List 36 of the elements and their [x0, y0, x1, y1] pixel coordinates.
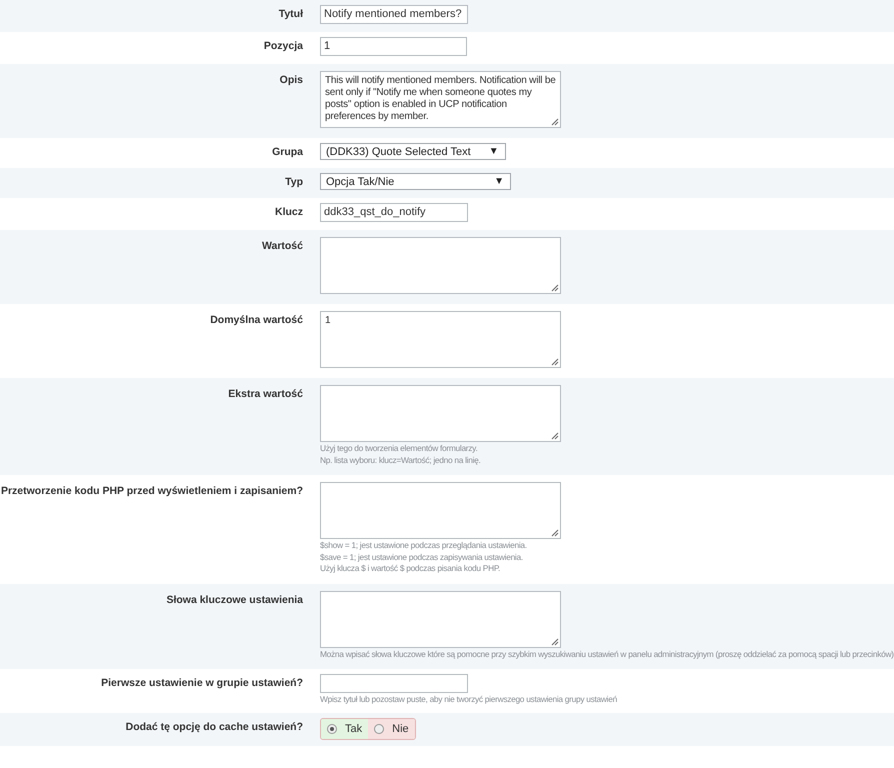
field-label: Typ — [284, 175, 303, 190]
field-label: Opis — [278, 73, 303, 88]
field-label: Dodać tę opcję do cache ustawień? — [124, 720, 303, 734]
resize-grip-icon[interactable] — [551, 638, 559, 646]
field-label: Słowa kluczowe ustawienia — [165, 592, 303, 608]
field-label: Przetworzenie kodu PHP przed wyświetleniem i zapisaniem? — [0, 484, 303, 499]
hint-text: Np. lista wyboru: klucz=Wartość; jedno na linię. — [320, 454, 481, 465]
dropdown[interactable]: (DDK33) Quote Selected Text ▼ — [320, 143, 506, 160]
hint-text: $save = 1; jest ustawione podczas zapisywania ustawienia. — [320, 552, 523, 562]
field-label: Domyślna wartość — [209, 313, 303, 328]
field-label: Grupa — [271, 145, 303, 160]
hint-text: $show = 1; jest ustawione podczas przeglądania ustawienia. — [320, 540, 527, 550]
resize-grip-icon[interactable] — [551, 284, 559, 292]
radio-option[interactable]: Tak — [321, 718, 368, 738]
text-area[interactable]: 1 — [320, 311, 561, 368]
text-input[interactable] — [320, 674, 468, 693]
text-area[interactable]: This will notify mentioned members. Notification will be sent only if "Notify me when someone quotes my posts" option is enabled in UCP notification preferences by member. — [320, 71, 561, 128]
text-input[interactable]: ddk33_qst_do_notify — [320, 203, 468, 222]
resize-grip-icon[interactable] — [551, 118, 559, 126]
hint-text: Użyj tego do tworzenia elementów formularzy. — [320, 443, 478, 454]
resize-grip-icon[interactable] — [551, 432, 559, 440]
field-label: Klucz — [274, 205, 303, 220]
hint-text: Można wpisać słowa kluczowe które są pomocne przy szybkim wyszukiwaniu ustawień w panelu administracyjnym (proszę oddzielać za pomocą spacji lub przecinków) — [320, 648, 894, 659]
hint-text: Wpisz tytuł lub pozostaw puste, aby nie tworzyć pierwszego ustawienia grupy ustawień — [320, 694, 617, 704]
field-label: Wartość — [260, 239, 303, 254]
field-label: Pozycja — [262, 39, 303, 54]
field-label: Ekstra wartość — [227, 387, 303, 402]
field-label: Tytuł — [278, 7, 303, 22]
hint-text: Użyj klucza $ i wartość $ podczas pisania kodu PHP. — [320, 563, 500, 574]
text-input[interactable]: Notify mentioned members? — [320, 5, 468, 24]
resize-grip-icon[interactable] — [551, 358, 559, 366]
field-label: Pierwsze ustawienie w grupie ustawień? — [100, 676, 303, 691]
resize-grip-icon[interactable] — [551, 529, 559, 537]
text-input[interactable]: 1 — [320, 37, 467, 56]
radio-option[interactable]: Nie — [368, 718, 415, 738]
dropdown[interactable]: Opcja Tak/Nie ▼ — [320, 173, 511, 190]
